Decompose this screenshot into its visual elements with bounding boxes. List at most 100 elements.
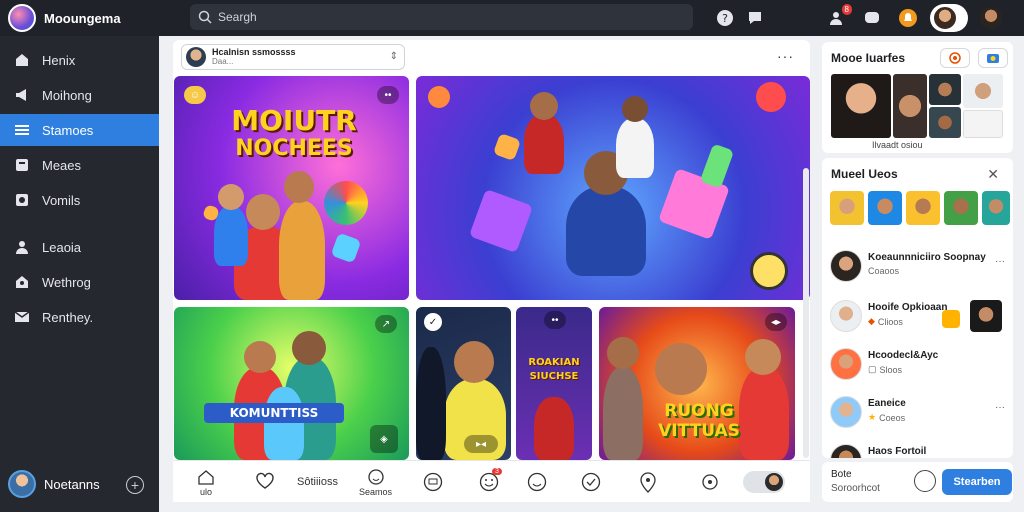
- pin-button[interactable]: [639, 471, 657, 493]
- sidebar-item-stamoes[interactable]: Stamoes: [0, 114, 159, 146]
- photo-thumbnail[interactable]: [970, 300, 1002, 332]
- text-button[interactable]: Sôtiiioss: [297, 476, 338, 488]
- ball-graphic: [428, 86, 450, 108]
- video-thumbnail[interactable]: [868, 191, 902, 225]
- card-caption: Ilvaadt osiou: [872, 140, 923, 150]
- reactions-button[interactable]: 3: [479, 468, 502, 492]
- account-avatar[interactable]: [978, 5, 1004, 31]
- more-icon[interactable]: ••: [544, 311, 566, 329]
- sidebar-item-vomils[interactable]: Vomils: [0, 184, 159, 216]
- add-button[interactable]: +: [126, 476, 144, 494]
- person-icon: [14, 239, 30, 255]
- messenger-button[interactable]: [860, 6, 884, 30]
- search-bar[interactable]: [190, 4, 693, 30]
- media-tile-featured[interactable]: [416, 76, 810, 300]
- item-subtitle: ◆ Clioos: [868, 316, 903, 327]
- face-icon[interactable]: [914, 470, 936, 492]
- chevron-updown-icon[interactable]: ⇕: [390, 51, 398, 62]
- stream-button[interactable]: Seamos: [359, 469, 392, 497]
- more-icon[interactable]: ···: [995, 402, 1005, 413]
- avatar: [830, 348, 862, 380]
- photo-thumbnail[interactable]: [963, 110, 1003, 138]
- face-icon: [479, 472, 499, 492]
- brand[interactable]: Mooungema: [0, 4, 160, 32]
- video-thumbnail[interactable]: [830, 191, 864, 225]
- home-icon: [14, 52, 30, 68]
- media-tile-video[interactable]: ✓ ▸◂: [416, 307, 511, 460]
- tile-caption: KOMUNTTISS: [204, 403, 344, 423]
- photo-thumbnail[interactable]: [963, 74, 1003, 108]
- check-button[interactable]: [581, 472, 601, 492]
- sidebar-item-label: Stamoes: [42, 122, 94, 138]
- avatar[interactable]: [932, 5, 958, 31]
- sidebar-item-moihong[interactable]: Moihong: [0, 79, 159, 111]
- record-button[interactable]: [940, 48, 970, 68]
- check-circle-icon: [581, 472, 601, 492]
- kid-figure: [566, 186, 646, 276]
- kid-figure: [616, 118, 654, 178]
- expand-icon[interactable]: ↗: [375, 315, 397, 333]
- more-icon[interactable]: ···: [995, 256, 1005, 267]
- plus-icon: +: [130, 477, 140, 493]
- photo-thumbnail[interactable]: [929, 74, 961, 105]
- emoji-button[interactable]: [527, 472, 547, 492]
- friends-button[interactable]: 8: [826, 4, 852, 30]
- photo-thumbnail[interactable]: [831, 74, 891, 138]
- like-button[interactable]: [255, 472, 275, 490]
- media-tile-poster[interactable]: •• ROAKIAN SIUCHSE: [516, 307, 592, 460]
- ball-graphic: [756, 82, 786, 112]
- scrollbar[interactable]: [803, 168, 809, 458]
- notifications-button[interactable]: [896, 6, 920, 30]
- game-cube-graphic: [699, 143, 735, 189]
- expand-icon[interactable]: ◂▸: [765, 313, 787, 331]
- camera-button[interactable]: [978, 48, 1008, 68]
- more-options-button[interactable]: ···: [777, 48, 794, 64]
- list-item[interactable]: Eaneice ★ Coeos ···: [830, 396, 1005, 434]
- kid-figure: [244, 341, 276, 373]
- chat-button[interactable]: [743, 6, 767, 30]
- media-tile-games[interactable]: ☺ •• MOIUTR NOCHEES: [174, 76, 409, 300]
- sidebar-item-leaoia[interactable]: Leaoia: [0, 231, 159, 263]
- chat-icon: [423, 472, 443, 492]
- notification-badge: 3: [492, 468, 502, 475]
- chat-button[interactable]: [423, 472, 443, 492]
- kid-figure: [655, 343, 707, 395]
- close-icon[interactable]: ✕: [987, 166, 999, 183]
- help-button[interactable]: ?: [713, 6, 737, 30]
- post-composer[interactable]: Hcalnisn ssmossss Daa... ⇕: [181, 44, 405, 70]
- settings-button[interactable]: [701, 473, 719, 491]
- info-icon[interactable]: ✓: [424, 313, 442, 331]
- photo-thumbnail[interactable]: [929, 107, 961, 138]
- game-controller-icon[interactable]: ◈: [370, 425, 398, 453]
- video-thumbnail[interactable]: [944, 191, 978, 225]
- tile-title-line2: SIUCHSE: [529, 371, 579, 382]
- list-item[interactable]: Haos Fortoil: [830, 444, 1005, 458]
- more-icon[interactable]: ••: [377, 86, 399, 104]
- media-tile-fun[interactable]: ◂▸ RUONG VITTUAS: [599, 307, 795, 460]
- sidebar-item-meaes[interactable]: Meaes: [0, 149, 159, 181]
- profile-toggle[interactable]: [743, 471, 785, 493]
- list-item[interactable]: Hcoodecl&Ayc ▢ Sloos: [830, 348, 1005, 386]
- home-button[interactable]: ulo: [197, 469, 215, 497]
- home-label: ulo: [199, 487, 212, 497]
- media-tile-community[interactable]: ↗ KOMUNTTISS ◈: [174, 307, 409, 460]
- photo-thumbnail[interactable]: [893, 74, 927, 138]
- panel-footer: Bote Soroorhcot Stearben: [822, 462, 1013, 502]
- sidebar-item-wethrog[interactable]: Wethrog: [0, 266, 159, 298]
- item-subtitle: Coaoos: [868, 266, 899, 276]
- sidebar-item-home[interactable]: Henix: [0, 44, 159, 76]
- card-title: Mueel Ueos: [831, 167, 898, 181]
- list-item[interactable]: Koeaunnniciiro Soopnay Coaoos ···: [830, 250, 1005, 288]
- sidebar-item-label: Meaes: [42, 157, 82, 173]
- top-bar: Mooungema ? 8: [0, 0, 1024, 36]
- list-item[interactable]: Hooife Opkioaan ◆ Clioos: [830, 300, 1005, 338]
- kid-figure: [454, 341, 494, 383]
- video-thumbnail[interactable]: [982, 191, 1010, 225]
- primary-button[interactable]: Stearben: [942, 469, 1012, 495]
- dice-graphic: [330, 232, 362, 264]
- search-input[interactable]: [218, 10, 658, 24]
- tile-title-line1: ROAKIAN: [528, 357, 580, 368]
- video-thumbnail[interactable]: [906, 191, 940, 225]
- sidebar-item-renthey[interactable]: Renthey.: [0, 301, 159, 333]
- media-controls-icon[interactable]: ▸◂: [464, 435, 498, 453]
